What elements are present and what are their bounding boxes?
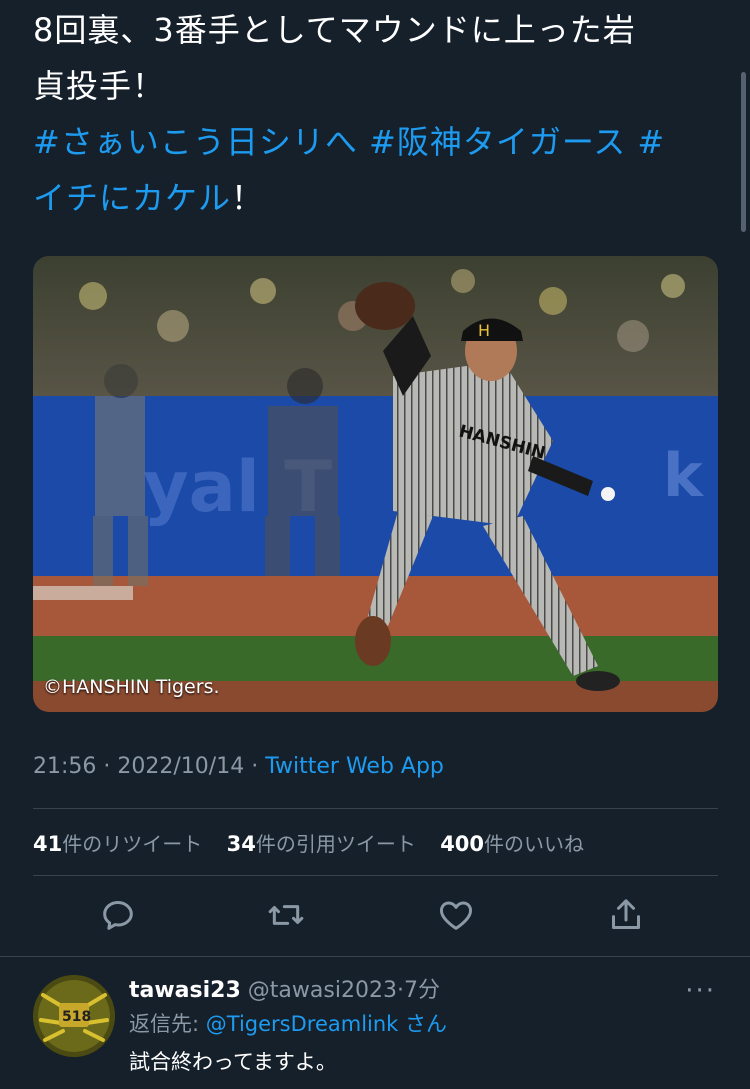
likes-stat[interactable]: 400件のいいね <box>440 832 584 856</box>
reply-header: tawasi23 @tawasi2023·7分 <box>129 972 440 1004</box>
tiger-avatar-image: 518 <box>33 975 115 1057</box>
likes-count: 400 <box>440 832 485 856</box>
tweet-actions <box>0 895 750 939</box>
hashtag-link[interactable]: #さぁいこう日シリへ <box>33 123 358 161</box>
likes-label: 件のいいね <box>484 832 585 856</box>
reply-text: 試合終わってますよ。 <box>129 1050 337 1074</box>
more-options-icon[interactable]: ··· <box>685 976 716 1006</box>
tweet-meta: 21:56 · 2022/10/14 · Twitter Web App <box>33 754 444 779</box>
quotes-count: 34 <box>226 832 256 856</box>
retweet-icon <box>268 905 304 925</box>
retweets-stat[interactable]: 41件のリツイート <box>33 832 209 856</box>
divider <box>33 875 718 876</box>
tweet-time: 21:56 <box>33 754 97 779</box>
scrollbar[interactable] <box>741 72 746 232</box>
reply-separator: · <box>396 978 404 1003</box>
reply-icon <box>103 901 133 930</box>
reply-to-line: 返信先: @TigersDreamlink さん <box>129 1008 447 1038</box>
share-icon <box>612 899 640 929</box>
reply-to-handle-link[interactable]: @TigersDreamlink <box>206 1012 399 1036</box>
share-button[interactable] <box>606 895 650 939</box>
tweet-text-trailing: ！ <box>231 179 265 217</box>
hashtag-link[interactable]: #阪神タイガース <box>369 123 626 161</box>
meta-separator: · <box>251 754 259 779</box>
divider <box>0 956 750 957</box>
tweet-text-line2: 貞投手！ <box>33 67 166 105</box>
tweet-text-line1: 8回裏、3番手としてマウンドに上った岩 <box>33 11 636 49</box>
hashtag-link[interactable]: # <box>637 123 665 161</box>
reply-time[interactable]: 7分 <box>404 978 440 1003</box>
tweet-date: 2022/10/14 <box>117 754 245 779</box>
retweet-button[interactable] <box>266 895 310 939</box>
retweets-label: 件のリツイート <box>62 832 203 856</box>
reply-handle[interactable]: @tawasi2023 <box>248 978 397 1003</box>
quotes-stat[interactable]: 34件の引用ツイート <box>227 832 423 856</box>
reply-to-suffix: さん <box>405 1012 448 1036</box>
reply-to-label: 返信先: <box>129 1012 200 1036</box>
retweets-count: 41 <box>33 832 63 856</box>
baseball-pitcher-photo: yal T k H HANSHIN <box>33 256 718 712</box>
source-app-link[interactable]: Twitter Web App <box>265 754 444 779</box>
svg-text:518: 518 <box>62 1009 91 1025</box>
svg-text:k: k <box>663 441 705 511</box>
heart-icon <box>439 901 473 930</box>
tweet-stats: 41件のリツイート 34件の引用ツイート 400件のいいね <box>33 828 602 857</box>
reply-button[interactable] <box>98 895 142 939</box>
svg-text:H: H <box>478 321 490 340</box>
divider <box>33 808 718 809</box>
tweet-text: 8回裏、3番手としてマウンドに上った岩 貞投手！ #さぁいこう日シリへ #阪神タ… <box>33 2 713 226</box>
like-button[interactable] <box>436 895 480 939</box>
image-credit: ©HANSHIN Tigers. <box>43 676 220 698</box>
reply-tweet[interactable]: 518 tawasi23 @tawasi2023·7分 ··· 返信先: @Ti… <box>0 960 750 1089</box>
tweet-photo[interactable]: yal T k H HANSHIN ©HANSHIN Tigers. <box>33 256 718 712</box>
reply-display-name[interactable]: tawasi23 <box>129 978 241 1003</box>
avatar[interactable]: 518 <box>33 975 115 1057</box>
meta-separator: · <box>103 754 111 779</box>
quotes-label: 件の引用ツイート <box>255 832 416 856</box>
hashtag-link[interactable]: イチにカケル <box>33 179 231 217</box>
